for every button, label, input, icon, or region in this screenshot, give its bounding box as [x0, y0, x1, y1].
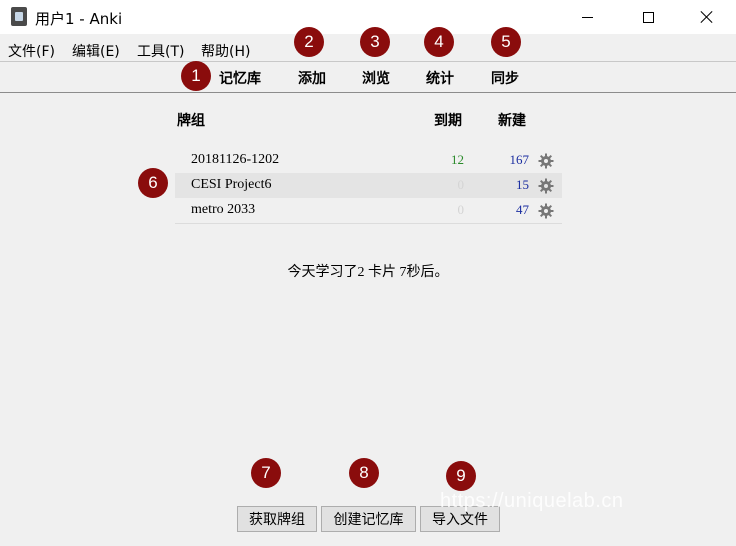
- deck-options-gear-icon[interactable]: [538, 153, 554, 169]
- due-count: 0: [457, 177, 465, 192]
- deck-options-gear-icon[interactable]: [538, 178, 554, 194]
- watermark-text: https://uniquelab.cn: [440, 490, 624, 512]
- due-count: 12: [451, 152, 464, 167]
- new-count: 15: [516, 177, 529, 192]
- menu-help[interactable]: 帮助(H): [201, 41, 250, 61]
- deck-name-link[interactable]: metro 2033: [191, 202, 255, 218]
- callout-badge-2: 2: [294, 27, 324, 57]
- menu-tools[interactable]: 工具(T): [137, 41, 184, 61]
- toolbar-decks-link[interactable]: 记忆库: [219, 68, 261, 88]
- deck-list-divider: [175, 223, 562, 224]
- callout-badge-3: 3: [360, 27, 390, 57]
- deck-row[interactable]: metro 2033 0 47: [175, 198, 562, 223]
- deck-row[interactable]: CESI Project6 0 15: [175, 173, 562, 198]
- anki-app-icon: [11, 7, 27, 26]
- callout-badge-7: 7: [251, 458, 281, 488]
- studied-today-text: 今天学习了2 卡片 7秒后。: [287, 265, 449, 280]
- deck-options-gear-icon[interactable]: [538, 203, 554, 219]
- deck-name-link[interactable]: CESI Project6: [191, 177, 272, 193]
- menu-edit[interactable]: 编辑(E): [72, 41, 120, 61]
- new-count: 167: [509, 152, 530, 167]
- callout-badge-6: 6: [138, 168, 168, 198]
- due-column-header: 到期: [434, 113, 462, 129]
- toolbar-browse-link[interactable]: 浏览: [362, 68, 390, 88]
- toolbar-add-link[interactable]: 添加: [298, 68, 326, 88]
- create-deck-button[interactable]: 创建记忆库: [321, 506, 416, 532]
- callout-badge-1: 1: [181, 61, 211, 91]
- maximize-button[interactable]: [625, 0, 671, 34]
- toolbar-stats-link[interactable]: 统计: [426, 68, 454, 88]
- minimize-button[interactable]: [564, 0, 610, 34]
- close-icon: [700, 10, 714, 24]
- callout-badge-4: 4: [424, 27, 454, 57]
- callout-badge-8: 8: [349, 458, 379, 488]
- callout-badge-9: 9: [446, 461, 476, 491]
- callout-badge-5: 5: [491, 27, 521, 57]
- menu-file[interactable]: 文件(F): [8, 41, 55, 61]
- main-toolbar: 记忆库 添加 浏览 统计 同步: [0, 62, 736, 93]
- deck-row[interactable]: 20181126-1202 12 167: [175, 148, 562, 173]
- new-count: 47: [516, 202, 529, 217]
- new-column-header: 新建: [498, 113, 526, 129]
- maximize-icon: [642, 11, 654, 23]
- deck-column-header: 牌组: [177, 113, 205, 129]
- minimize-icon: [581, 16, 593, 18]
- close-button[interactable]: [684, 0, 730, 34]
- toolbar-sync-link[interactable]: 同步: [491, 68, 519, 88]
- due-count: 0: [457, 202, 465, 217]
- deck-name-link[interactable]: 20181126-1202: [191, 152, 279, 168]
- window-title: 用户1 - Anki: [35, 10, 123, 28]
- get-shared-decks-button[interactable]: 获取牌组: [237, 506, 317, 532]
